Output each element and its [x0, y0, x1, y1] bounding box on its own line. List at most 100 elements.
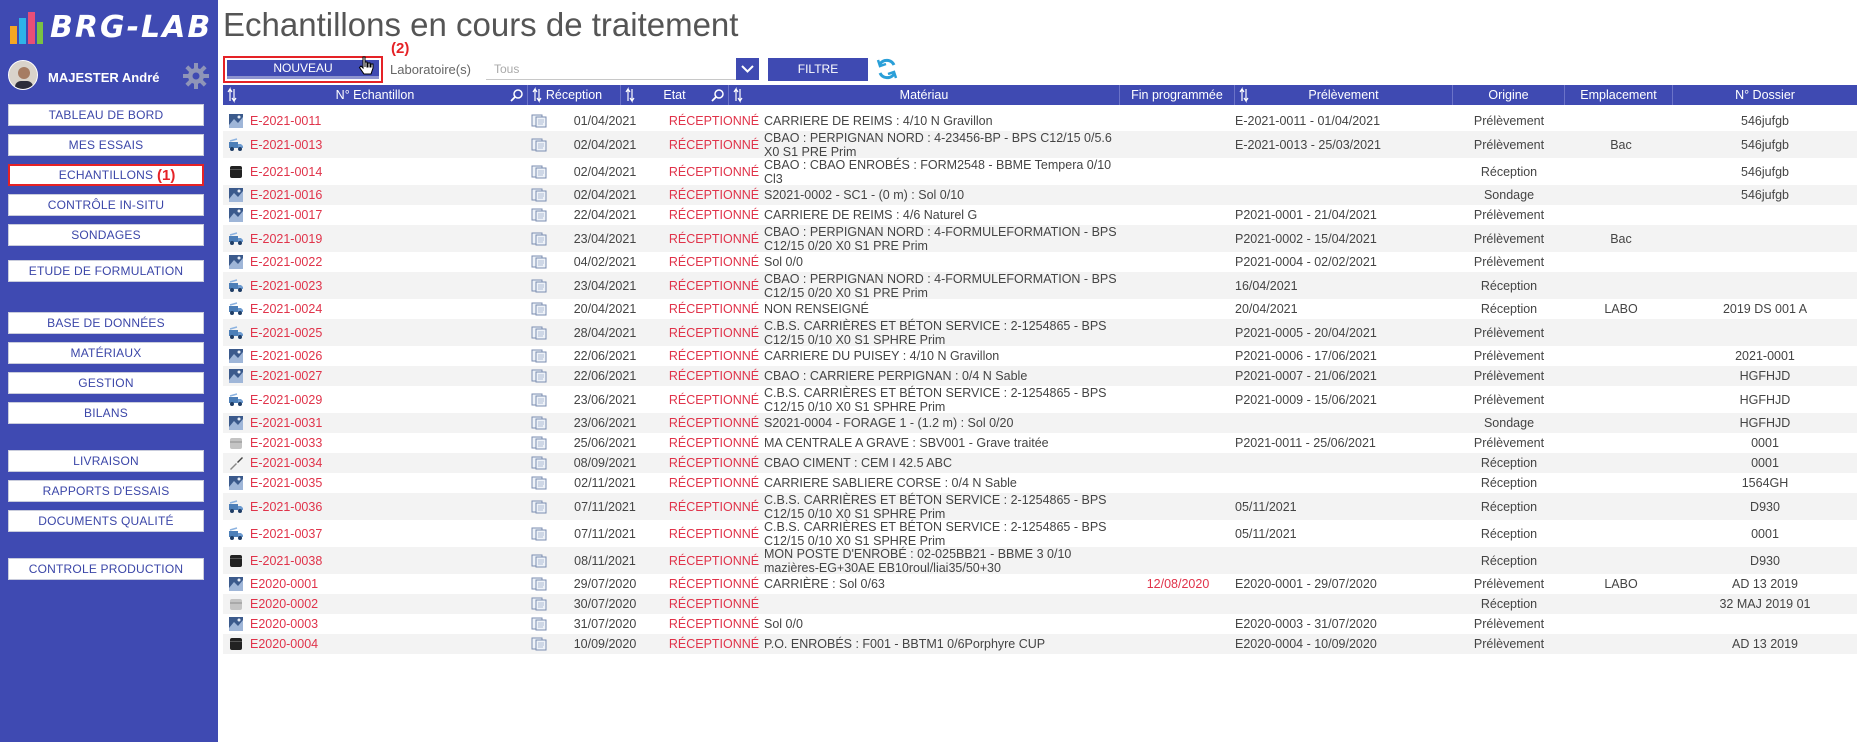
sidebar-item-sondages[interactable]: SONDAGES [8, 224, 204, 246]
sidebar-item-bilans[interactable]: BILANS [8, 402, 204, 424]
document-icon[interactable] [528, 366, 550, 386]
document-icon[interactable] [528, 131, 550, 158]
sample-number[interactable]: E-2021-0016 [250, 185, 493, 205]
search-icon[interactable] [510, 88, 524, 102]
laboratory-dropdown-button[interactable] [736, 58, 759, 80]
sample-number[interactable]: E-2021-0026 [250, 346, 493, 366]
sample-number[interactable]: E2020-0003 [250, 614, 493, 634]
sample-number[interactable]: E-2021-0033 [250, 433, 493, 453]
sidebar-item-rapports-essais[interactable]: RAPPORTS D'ESSAIS [8, 480, 204, 502]
column-header-origine[interactable]: Origine [1453, 85, 1565, 105]
document-icon[interactable] [528, 299, 550, 319]
sort-icon[interactable] [532, 87, 542, 103]
sidebar-item-etude-de-formulation[interactable]: ETUDE DE FORMULATION [8, 260, 204, 282]
sample-number[interactable]: E-2021-0022 [250, 252, 493, 272]
sort-icon[interactable] [625, 87, 635, 103]
document-icon[interactable] [528, 346, 550, 366]
table-row[interactable]: E-2021-0035 02/11/2021 RÉCEPTIONNÉ CARRIERE… [223, 473, 1857, 493]
table-row[interactable]: E2020-0004 10/09/2020 RÉCEPTIONNÉ P.O. ENRO… [223, 634, 1857, 654]
sample-number[interactable]: E2020-0002 [250, 594, 493, 614]
sample-number[interactable]: E-2021-0035 [250, 473, 493, 493]
sort-icon[interactable] [227, 87, 237, 103]
document-icon[interactable] [528, 319, 550, 346]
sample-number[interactable]: E-2021-0029 [250, 386, 493, 413]
table-row[interactable]: E-2021-0023 23/04/2021 RÉCEPTIONNÉ CBAO : P… [223, 272, 1857, 300]
document-icon[interactable] [528, 158, 550, 185]
sample-number[interactable]: E-2021-0014 [250, 158, 493, 185]
document-icon[interactable] [528, 493, 550, 520]
table-row[interactable]: E-2021-0011 01/04/2021 RÉCEPTIONNÉ CARRIERE… [223, 111, 1857, 131]
document-icon[interactable] [528, 252, 550, 272]
column-header-etat[interactable]: Etat [621, 85, 729, 105]
column-header-fin[interactable]: Fin programmée [1120, 85, 1235, 105]
sample-number[interactable]: E-2021-0024 [250, 299, 493, 319]
sidebar-item-controle-production[interactable]: CONTROLE PRODUCTION [8, 558, 204, 580]
sample-number[interactable]: E2020-0001 [250, 574, 493, 594]
table-row[interactable]: E-2021-0027 22/06/2021 RÉCEPTIONNÉ CBAO : C… [223, 366, 1857, 386]
refresh-icon[interactable] [874, 56, 900, 82]
table-row[interactable]: E-2021-0033 25/06/2021 RÉCEPTIONNÉ MA CENTR… [223, 433, 1857, 453]
table-row[interactable]: E2020-0002 30/07/2020 RÉCEPTIONNÉ Réception… [223, 594, 1857, 614]
column-header-num[interactable]: N° Echantillon [223, 85, 528, 105]
document-icon[interactable] [528, 413, 550, 433]
table-row[interactable]: E-2021-0036 07/11/2021 RÉCEPTIONNÉ C.B.S. C… [223, 493, 1857, 521]
search-icon[interactable] [711, 88, 725, 102]
table-row[interactable]: E-2021-0031 23/06/2021 RÉCEPTIONNÉ S2021-00… [223, 413, 1857, 433]
column-header-emplacement[interactable]: Emplacement [1565, 85, 1673, 105]
sidebar-item-base-de-donnees[interactable]: BASE DE DONNÉES [8, 312, 204, 334]
table-row[interactable]: E-2021-0029 23/06/2021 RÉCEPTIONNÉ C.B.S. C… [223, 386, 1857, 414]
document-icon[interactable] [528, 520, 550, 547]
sidebar-item-controle-in-situ[interactable]: CONTRÔLE IN-SITU [8, 194, 204, 216]
table-row[interactable]: E2020-0003 31/07/2020 RÉCEPTIONNÉ Sol 0/0 E2… [223, 614, 1857, 634]
sidebar-item-tableau-de-bord[interactable]: TABLEAU DE BORD [8, 104, 204, 126]
sample-number[interactable]: E-2021-0019 [250, 225, 493, 252]
sample-number[interactable]: E-2021-0037 [250, 520, 493, 547]
sample-number[interactable]: E-2021-0036 [250, 493, 493, 520]
sidebar-item-livraison[interactable]: LIVRAISON [8, 450, 204, 472]
document-icon[interactable] [528, 433, 550, 453]
document-icon[interactable] [528, 272, 550, 299]
sample-number[interactable]: E-2021-0011 [250, 111, 493, 131]
table-row[interactable]: E-2021-0026 22/06/2021 RÉCEPTIONNÉ CARRIERE… [223, 346, 1857, 366]
sidebar-item-gestion[interactable]: GESTION [8, 372, 204, 394]
table-row[interactable]: E-2021-0038 08/11/2021 RÉCEPTIONNÉ MON POST… [223, 547, 1857, 575]
sample-number[interactable]: E-2021-0023 [250, 272, 493, 299]
app-logo[interactable]: BRG-LAB [8, 6, 213, 46]
sort-icon[interactable] [733, 87, 743, 103]
table-row[interactable]: E-2021-0019 23/04/2021 RÉCEPTIONNÉ CBAO : P… [223, 225, 1857, 253]
sidebar-item-mes-essais[interactable]: MES ESSAIS [8, 134, 204, 156]
table-row[interactable]: E2020-0001 29/07/2020 RÉCEPTIONNÉ CARRIÈRE … [223, 574, 1857, 594]
table-row[interactable]: E-2021-0025 28/04/2021 RÉCEPTIONNÉ C.B.S. C… [223, 319, 1857, 347]
table-row[interactable]: E-2021-0022 04/02/2021 RÉCEPTIONNÉ Sol 0/0 P… [223, 252, 1857, 272]
sidebar-item-materiaux[interactable]: MATÉRIAUX [8, 342, 204, 364]
table-row[interactable]: E-2021-0013 02/04/2021 RÉCEPTIONNÉ CBAO : P… [223, 131, 1857, 159]
sample-number[interactable]: E2020-0004 [250, 634, 493, 654]
gear-icon[interactable] [182, 62, 210, 90]
table-row[interactable]: E-2021-0034 08/09/2021 RÉCEPTIONNÉ CBAO CIM… [223, 453, 1857, 473]
sample-number[interactable]: E-2021-0038 [250, 547, 493, 574]
table-row[interactable]: E-2021-0037 07/11/2021 RÉCEPTIONNÉ C.B.S. C… [223, 520, 1857, 548]
document-icon[interactable] [528, 111, 550, 131]
document-icon[interactable] [528, 634, 550, 654]
document-icon[interactable] [528, 473, 550, 493]
document-icon[interactable] [528, 574, 550, 594]
sample-number[interactable]: E-2021-0013 [250, 131, 493, 158]
document-icon[interactable] [528, 185, 550, 205]
avatar[interactable] [8, 60, 38, 90]
column-header-dossier[interactable]: N° Dossier [1673, 85, 1857, 105]
table-row[interactable]: E-2021-0024 20/04/2021 RÉCEPTIONNÉ NON RENS… [223, 299, 1857, 319]
column-header-materiau[interactable]: Matériau [729, 85, 1120, 105]
sidebar-item-documents-qualite[interactable]: DOCUMENTS QUALITÉ [8, 510, 204, 532]
document-icon[interactable] [528, 594, 550, 614]
filter-button[interactable]: FILTRE [768, 58, 868, 81]
sample-number[interactable]: E-2021-0034 [250, 453, 493, 473]
document-icon[interactable] [528, 386, 550, 413]
laboratory-select[interactable]: Tous [486, 58, 736, 80]
sample-number[interactable]: E-2021-0017 [250, 205, 493, 225]
document-icon[interactable] [528, 205, 550, 225]
sample-number[interactable]: E-2021-0027 [250, 366, 493, 386]
document-icon[interactable] [528, 225, 550, 252]
sort-icon[interactable] [1239, 87, 1249, 103]
document-icon[interactable] [528, 614, 550, 634]
table-row[interactable]: E-2021-0014 02/04/2021 RÉCEPTIONNÉ CBAO : C… [223, 158, 1857, 186]
